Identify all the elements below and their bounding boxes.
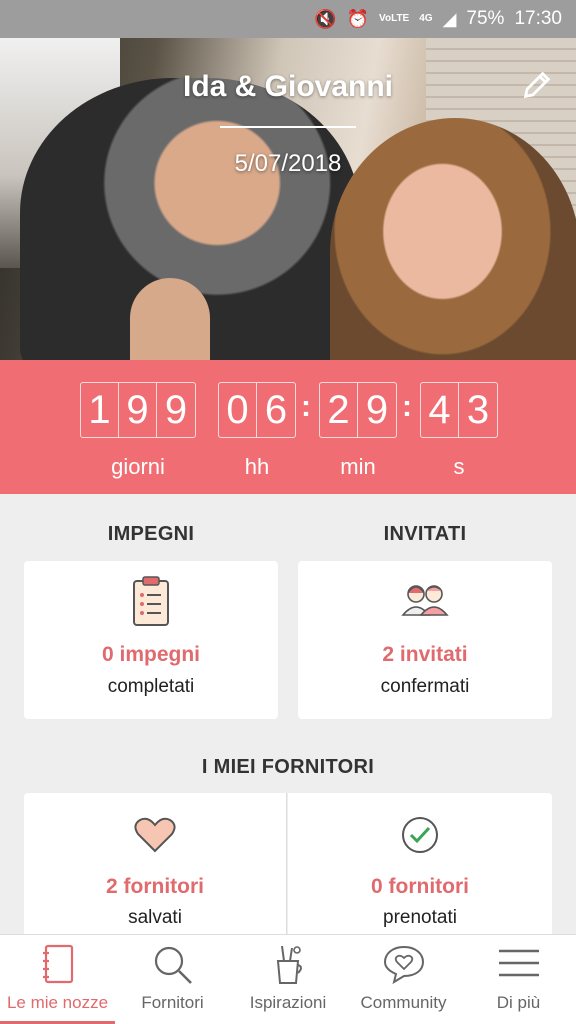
chat-heart-icon	[383, 945, 424, 985]
vendors-section-title: I MIEI FORNITORI	[201, 756, 375, 778]
countdown-hours: 0 6 hh	[218, 382, 296, 480]
nav-label: Le mie nozze	[6, 993, 109, 1012]
guests-icon	[401, 585, 449, 616]
battery-level: 75%	[466, 8, 505, 29]
guests-section-title: INVITATI	[383, 523, 467, 545]
countdown-digit: 9	[365, 387, 389, 432]
clock: 17:30	[514, 8, 562, 29]
countdown-digit: 6	[264, 387, 288, 432]
countdown-days-label: giorni	[111, 454, 165, 479]
nav-label: Fornitori	[141, 993, 204, 1012]
couple-photo[interactable]: Ida & Giovanni 5/07/2018	[0, 38, 576, 360]
heart-icon	[134, 817, 176, 853]
network-indicator: 4G	[419, 13, 433, 24]
couple-names: Ida & Giovanni	[182, 70, 394, 103]
tasks-subtitle: completati	[107, 676, 195, 697]
saved-vendors-subtitle: salvati	[128, 907, 182, 928]
pencil-cup-icon	[276, 945, 302, 984]
countdown-hours-label: hh	[244, 454, 270, 479]
countdown-digit: 9	[119, 383, 157, 437]
countdown-days: 1 9 9 giorni	[80, 382, 196, 480]
tasks-count: 0 impegni	[101, 643, 201, 666]
menu-icon	[498, 949, 539, 977]
countdown-minutes-label: min	[340, 454, 376, 479]
names-underline	[220, 126, 356, 128]
nav-label: Di più	[496, 993, 541, 1012]
mute-icon: 🔇	[314, 8, 337, 29]
nav-label: Community	[360, 993, 447, 1012]
notebook-icon	[42, 944, 73, 984]
wedding-date: 5/07/2018	[234, 150, 342, 177]
clipboard-icon	[133, 576, 169, 626]
guests-card[interactable]: 2 invitati confermati	[298, 561, 552, 719]
nav-community[interactable]: Community	[346, 935, 461, 1024]
countdown-separator: :	[402, 390, 412, 423]
saved-vendors-count: 2 fornitori	[106, 875, 204, 898]
countdown-digit: 1	[81, 383, 119, 437]
signal-icon: ◢	[442, 8, 457, 29]
nav-inspiration[interactable]: Ispirazioni	[230, 935, 346, 1024]
countdown-minutes: 2 9 min	[319, 382, 397, 480]
alarm-icon: ⏰	[346, 8, 370, 29]
countdown-digit: 3	[466, 387, 490, 432]
wedding-countdown: 1 9 9 giorni 0 6 hh : 2 9 min : 4 3 s	[0, 360, 576, 494]
nav-more[interactable]: Di più	[461, 935, 576, 1024]
edit-pencil-icon[interactable]	[520, 68, 554, 102]
tasks-section-title: IMPEGNI	[107, 523, 195, 545]
guests-subtitle: confermati	[380, 676, 470, 697]
nav-label: Ispirazioni	[249, 993, 327, 1012]
status-bar: 🔇 ⏰ VoLTE 4G ◢ 75% 17:30	[0, 0, 576, 38]
countdown-seconds-label: s	[453, 454, 465, 479]
countdown-digit: 9	[164, 387, 188, 432]
nav-my-wedding[interactable]: Le mie nozze	[0, 935, 115, 1024]
countdown-separator: :	[301, 390, 311, 423]
countdown-seconds: 4 3 s	[420, 382, 498, 480]
countdown-digit: 0	[219, 383, 257, 437]
check-circle-icon	[402, 817, 438, 853]
booked-vendors-count: 0 fornitori	[371, 875, 469, 898]
guests-count: 2 invitati	[382, 643, 468, 666]
bottom-navigation: Le mie nozze Fornitori Ispirazioni Commu…	[0, 934, 576, 1024]
countdown-digit: 4	[421, 383, 459, 437]
booked-vendors-card[interactable]: 0 fornitori prenotati	[288, 793, 552, 938]
tasks-card[interactable]: 0 impegni completati	[24, 561, 278, 719]
photo-thumbs-up	[130, 278, 210, 360]
search-icon	[154, 946, 192, 984]
nav-vendors[interactable]: Fornitori	[115, 935, 230, 1024]
volte-indicator: VoLTE	[379, 13, 410, 24]
countdown-digit: 2	[320, 383, 358, 437]
booked-vendors-subtitle: prenotati	[383, 907, 457, 928]
saved-vendors-card[interactable]: 2 fornitori salvati	[24, 793, 287, 938]
